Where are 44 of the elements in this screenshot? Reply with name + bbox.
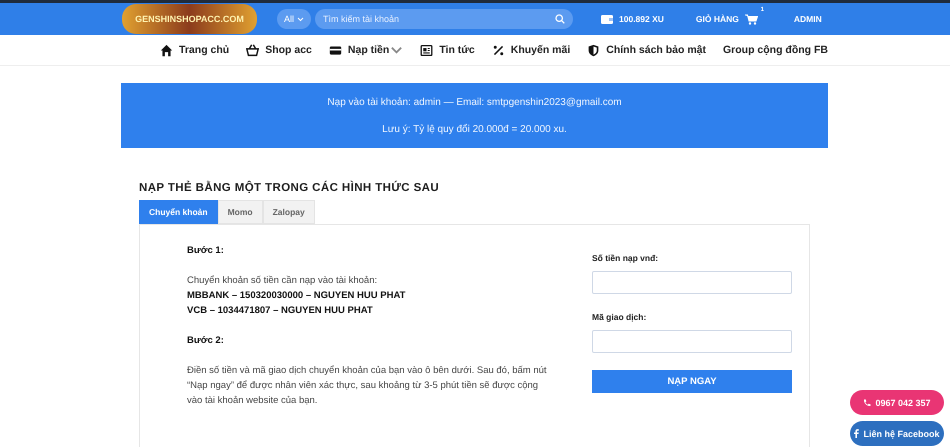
nav-link[interactable]: Chính sách bảo mật: [587, 44, 706, 56]
payment-tab[interactable]: Zalopay: [262, 200, 315, 224]
category-dropdown[interactable]: All: [277, 9, 312, 29]
bank-account-text: VCB – 1034471807 – NGUYEN HUU PHAT: [187, 304, 374, 318]
instruction-text: Chuyển khoản số tiền cần nạp vào tài khoản:: [187, 274, 378, 288]
phone-button[interactable]: 0967 042 357: [850, 390, 944, 415]
shield-icon: [587, 44, 600, 56]
field-label: Mã giao dịch:: [592, 312, 648, 322]
facebook-icon: [854, 429, 860, 438]
facebook-button[interactable]: Liên hệ Facebook: [850, 421, 944, 446]
step-title: Bước 1:: [187, 244, 225, 258]
submit-button[interactable]: NẠP NGAY: [592, 370, 792, 393]
news-icon: [420, 44, 434, 56]
account-link[interactable]: ADMIN: [794, 14, 822, 24]
section-heading: NẠP THẺ BẰNG MỘT TRONG CÁC HÌNH THỨC SAU: [139, 182, 440, 194]
cart-icon[interactable]: [744, 14, 758, 24]
cart-link[interactable]: GIỎ HÀNG: [696, 14, 739, 24]
instruction-text: Điền số tiền và mã giao dịch chuyển khoản của bạn vào ô bên dưới. Sau đó, bấm nút “Nạp ngay” để được nhân viên xác thực, sau khoảng từ 3-5 phút tiền sẽ được cộng vào tài khoản website của bạn.: [187, 364, 548, 408]
card-icon: [328, 44, 342, 56]
search-icon[interactable]: [555, 14, 566, 24]
payment-tab[interactable]: Chuyển khoản: [139, 200, 218, 224]
input-field[interactable]: [592, 271, 792, 294]
input-field[interactable]: [592, 330, 792, 353]
wallet-icon: [601, 14, 614, 24]
field-label: Số tiền nạp vnđ:: [592, 253, 660, 263]
nav-link[interactable]: Khuyến mãi: [492, 44, 570, 56]
home-icon: [160, 44, 174, 56]
nav-link[interactable]: Trang chủ: [160, 44, 230, 56]
step-title: Bước 2:: [187, 334, 225, 348]
balance-text: 100.892 XU: [619, 14, 664, 24]
nav-link[interactable]: Nạp tiền: [328, 44, 404, 56]
notice-text: Nạp vào tài khoản: admin — Email: smtpgenshin2023@gmail.com: [327, 96, 622, 108]
basket-icon: [246, 44, 260, 56]
nav-link[interactable]: Shop acc: [246, 44, 312, 56]
chevron-down-icon: [297, 16, 304, 22]
nav-link[interactable]: Group cộng đồng FB: [723, 44, 828, 56]
bank-account-text: MBBANK – 150320030000 – NGUYEN HUU PHAT: [187, 289, 406, 303]
nav-link[interactable]: Tin tức: [420, 44, 475, 56]
site-logo[interactable]: GENSHINSHOPACC.COM: [122, 4, 257, 34]
payment-tab[interactable]: Momo: [218, 200, 263, 224]
search-field[interactable]: Tìm kiếm tài khoản: [315, 9, 574, 29]
percent-icon: [492, 44, 505, 56]
phone-icon: [863, 398, 872, 406]
notice-text: Lưu ý: Tỷ lệ quy đổi 20.000đ = 20.000 xu.: [382, 124, 567, 134]
